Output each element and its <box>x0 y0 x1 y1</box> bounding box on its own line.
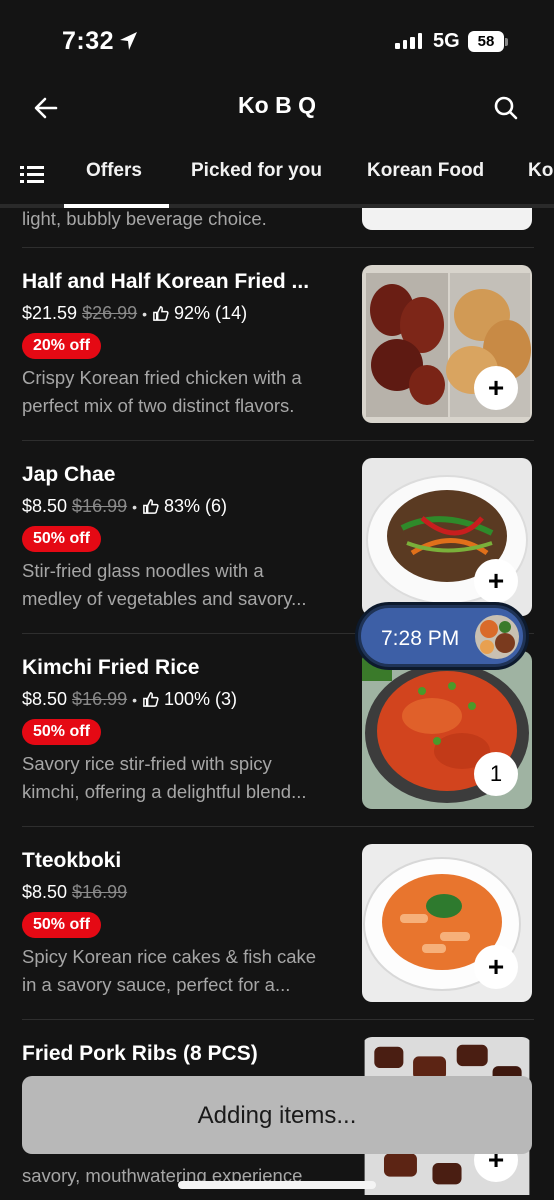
item-old-price: $16.99 <box>72 882 128 902</box>
divider <box>22 1019 534 1020</box>
item-price: $21.59 <box>22 303 78 323</box>
thumbs-up-icon <box>153 306 169 321</box>
active-tab-indicator <box>64 204 169 208</box>
divider <box>22 440 534 441</box>
thumbs-up-icon <box>143 499 159 514</box>
status-time: 7:32 <box>62 27 115 55</box>
item-price: $8.50 <box>22 882 68 902</box>
item-price: $8.50 <box>22 496 68 516</box>
item-quantity-button[interactable]: 1 <box>474 752 518 796</box>
divider <box>22 826 534 827</box>
search-icon[interactable] <box>492 94 520 122</box>
item-rating: 92% (14) <box>174 303 248 323</box>
discount-badge: 20% off <box>22 333 101 359</box>
tab-picked-for-you[interactable]: Picked for you <box>191 160 322 182</box>
item-description: light, bubbly beverage choice. <box>22 208 267 229</box>
item-old-price: $26.99 <box>82 303 138 323</box>
item-name: Half and Half Korean Fried ... <box>22 270 310 293</box>
order-timer-pill[interactable]: 7:28 PM <box>355 602 529 670</box>
order-time: 7:28 PM <box>381 627 460 650</box>
item-name: Kimchi Fried Rice <box>22 656 200 679</box>
item-name: Tteokboki <box>22 849 122 872</box>
add-to-cart-button[interactable]: + <box>474 945 518 989</box>
discount-badge: 50% off <box>22 719 101 745</box>
item-old-price: $16.99 <box>72 496 128 516</box>
battery-tip <box>505 38 508 46</box>
tab-korean-food[interactable]: Korean Food <box>367 160 484 182</box>
status-bar: 7:32 5G 58 <box>0 0 554 80</box>
network-type: 5G <box>433 30 460 52</box>
store-header: Ko B Q <box>0 80 554 136</box>
item-rating: 83% (6) <box>164 496 228 516</box>
signal-icon <box>395 33 422 49</box>
item-description: Crispy Korean fried chicken with a perfe… <box>22 367 302 416</box>
discount-badge: 50% off <box>22 912 101 938</box>
item-name: Jap Chae <box>22 463 116 486</box>
add-to-cart-button[interactable]: + <box>474 559 518 603</box>
separator-dot: • <box>132 498 138 515</box>
item-description: Savory rice stir-fried with spicy kimchi… <box>22 753 307 802</box>
adding-items-banner: Adding items... <box>22 1076 532 1154</box>
separator-dot: • <box>142 305 148 322</box>
store-title: Ko B Q <box>238 92 316 118</box>
home-indicator[interactable] <box>178 1181 376 1189</box>
thumbs-up-icon <box>143 692 159 707</box>
discount-badge: 50% off <box>22 526 101 552</box>
item-description: Stir-fried glass noodles with a medley o… <box>22 560 307 609</box>
tab-korean-more[interactable]: Ko <box>528 160 553 182</box>
tab-offers[interactable]: Offers <box>86 160 142 182</box>
list-menu-icon[interactable] <box>20 164 46 186</box>
location-arrow-icon <box>120 32 137 50</box>
adding-items-label: Adding items... <box>197 1102 357 1129</box>
divider <box>22 247 534 248</box>
item-name: Fried Pork Ribs (8 PCS) <box>22 1042 258 1065</box>
add-to-cart-button[interactable]: + <box>474 366 518 410</box>
separator-dot: • <box>132 691 138 708</box>
item-price: $8.50 <box>22 689 68 709</box>
battery-icon: 58 <box>468 31 504 52</box>
item-rating: 100% (3) <box>164 689 238 709</box>
order-thumbnail <box>475 615 519 659</box>
item-old-price: $16.99 <box>72 689 128 709</box>
item-description: Spicy Korean rice cakes & fish cake in a… <box>22 946 317 995</box>
category-tabs: Offers Picked for you Korean Food Ko <box>0 140 554 208</box>
